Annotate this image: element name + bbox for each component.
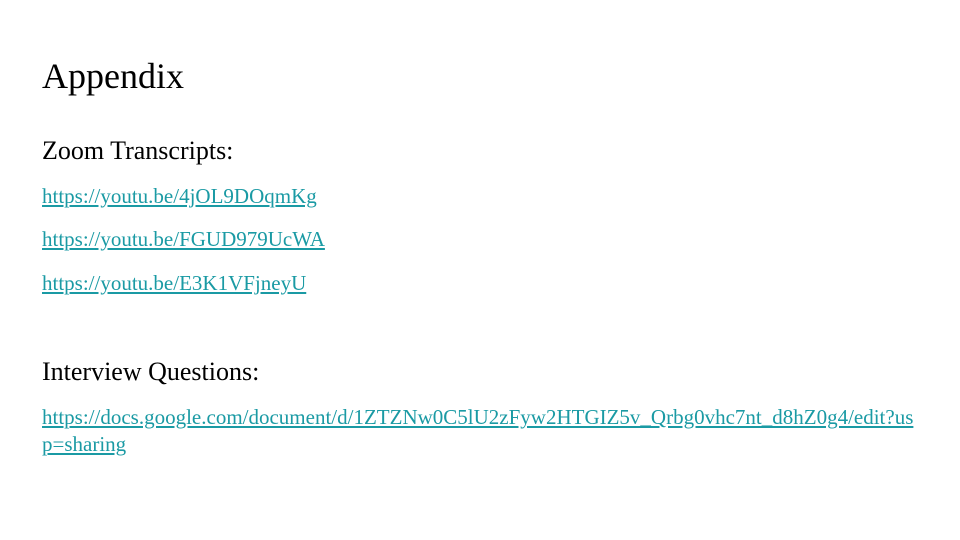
slide-title: Appendix — [42, 56, 184, 96]
zoom-transcript-link-2[interactable]: https://youtu.be/FGUD979UcWA — [42, 226, 325, 252]
zoom-transcripts-heading: Zoom Transcripts: — [42, 136, 234, 165]
interview-questions-link[interactable]: https://docs.google.com/document/d/1ZTZN… — [42, 404, 922, 458]
zoom-transcript-link-3[interactable]: https://youtu.be/E3K1VFjneyU — [42, 270, 306, 296]
slide: Appendix Zoom Transcripts: https://youtu… — [0, 0, 960, 540]
interview-questions-heading: Interview Questions: — [42, 357, 260, 386]
zoom-transcript-link-1[interactable]: https://youtu.be/4jOL9DOqmKg — [42, 183, 317, 209]
